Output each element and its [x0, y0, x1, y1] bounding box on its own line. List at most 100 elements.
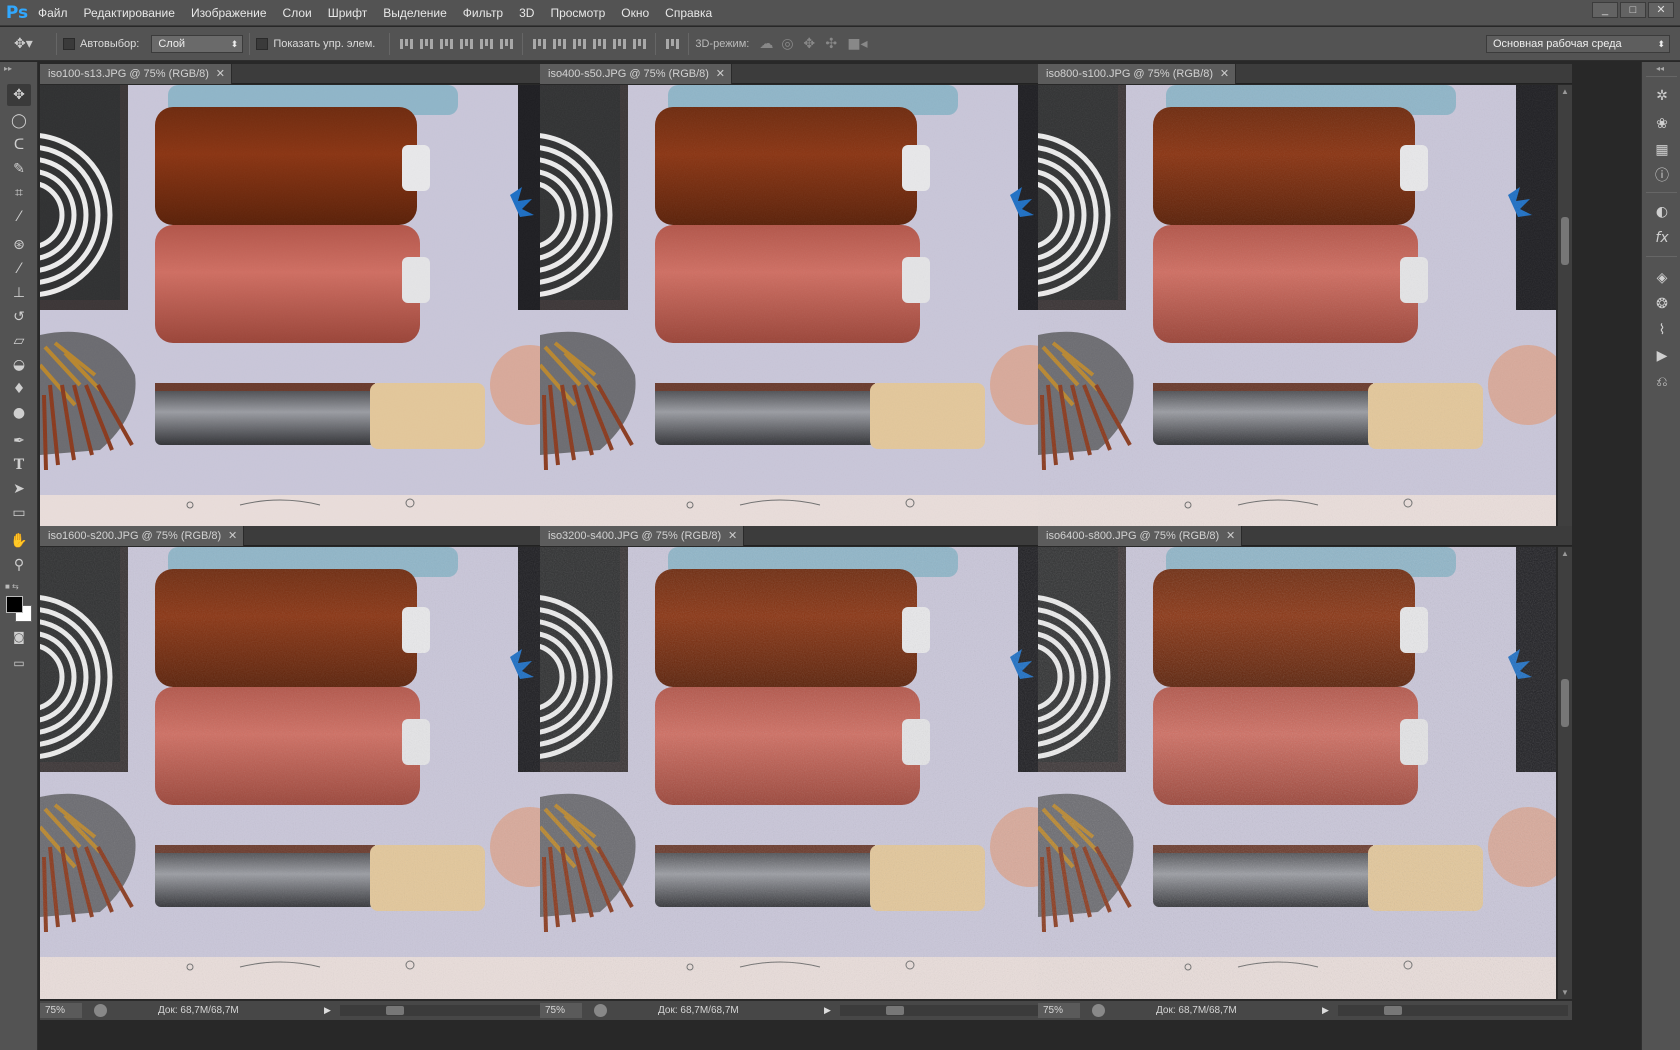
3d-roll-icon[interactable]: ◎ — [781, 36, 803, 52]
distribute-hcenter-icon[interactable] — [611, 36, 627, 52]
align-left-icon[interactable] — [458, 36, 474, 52]
distribute-right-icon[interactable] — [631, 36, 647, 52]
close-icon[interactable]: ✕ — [728, 526, 737, 546]
close-icon[interactable]: ✕ — [216, 64, 225, 84]
auto-align-icon[interactable] — [664, 36, 680, 52]
move-tool-icon[interactable]: ✥ — [7, 84, 31, 106]
document-tab[interactable]: iso100-s13.JPG @ 75% (RGB/8) ✕ — [40, 64, 232, 84]
clone-stamp-tool-icon[interactable]: ⊥ — [7, 282, 31, 304]
blur-tool-icon[interactable]: ♦ — [7, 378, 31, 400]
menu-file[interactable]: Файл — [30, 0, 76, 26]
horizontal-scrollbar[interactable] — [840, 1005, 1070, 1016]
horizontal-scrollbar[interactable] — [340, 1005, 570, 1016]
close-button[interactable]: ✕ — [1648, 2, 1674, 18]
scrollbar-thumb[interactable] — [1384, 1006, 1402, 1015]
status-menu-arrow-icon[interactable]: ▶ — [324, 1001, 331, 1020]
eraser-tool-icon[interactable]: ▱ — [7, 330, 31, 352]
scroll-up-icon[interactable]: ▲ — [1561, 549, 1569, 558]
scroll-up-icon[interactable]: ▲ — [1561, 87, 1569, 96]
3d-slide-icon[interactable]: ✣ — [825, 36, 847, 52]
vertical-scrollbar[interactable]: ▲ ▼ — [1558, 85, 1572, 537]
zoom-tool-icon[interactable]: ⚲ — [7, 554, 31, 576]
actions-icon[interactable]: ▶ — [1652, 346, 1672, 366]
paint-bucket-tool-icon[interactable]: ◒ — [7, 354, 31, 376]
path-select-tool-icon[interactable]: ➤ — [7, 478, 31, 500]
document-tab[interactable]: iso1600-s200.JPG @ 75% (RGB/8) ✕ — [40, 526, 245, 546]
channels-icon[interactable]: ❂ — [1652, 294, 1672, 314]
paths-icon[interactable]: ⌇ — [1652, 320, 1672, 340]
distribute-top-icon[interactable] — [531, 36, 547, 52]
close-icon[interactable]: ✕ — [1220, 64, 1229, 84]
move-tool-preset-icon[interactable]: ✥▾ — [14, 36, 50, 52]
hand-tool-icon[interactable]: ✋ — [7, 530, 31, 552]
scrollbar-thumb[interactable] — [1561, 217, 1569, 265]
menu-select[interactable]: Выделение — [375, 0, 455, 26]
menu-type[interactable]: Шрифт — [320, 0, 375, 26]
pen-tool-icon[interactable]: ✒ — [7, 430, 31, 452]
scroll-down-icon[interactable]: ▼ — [1561, 988, 1569, 997]
lasso-tool-icon[interactable]: ᑕ — [7, 134, 31, 156]
swatches-icon[interactable]: ▦ — [1652, 140, 1672, 160]
menu-filter[interactable]: Фильтр — [455, 0, 511, 26]
distribute-bottom-icon[interactable] — [571, 36, 587, 52]
status-info-icon[interactable] — [594, 1004, 607, 1017]
align-top-icon[interactable] — [398, 36, 414, 52]
align-vcenter-icon[interactable] — [418, 36, 434, 52]
dodge-tool-icon[interactable]: ● — [7, 402, 31, 424]
quick-mask-icon[interactable]: ◙ — [7, 626, 31, 648]
document-tab[interactable]: iso3200-s400.JPG @ 75% (RGB/8) ✕ — [540, 526, 745, 546]
rectangle-tool-icon[interactable]: ▭ — [7, 502, 31, 524]
menu-3d[interactable]: 3D — [511, 0, 542, 26]
document-tab[interactable]: iso6400-s800.JPG @ 75% (RGB/8) ✕ — [1038, 526, 1243, 546]
document-tab[interactable]: iso400-s50.JPG @ 75% (RGB/8) ✕ — [540, 64, 732, 84]
document-canvas[interactable] — [40, 85, 558, 537]
panel-expand-icon[interactable]: ◂◂ — [1656, 64, 1664, 73]
3d-rotate-icon[interactable]: ☁ — [759, 36, 781, 52]
history-icon[interactable]: ⎌ — [1652, 372, 1672, 392]
status-menu-arrow-icon[interactable]: ▶ — [824, 1001, 831, 1020]
scrollbar-thumb[interactable] — [1561, 679, 1569, 727]
adjustments-icon[interactable]: ◐ — [1652, 202, 1672, 222]
distribute-vcenter-icon[interactable] — [551, 36, 567, 52]
minimize-button[interactable]: _ — [1592, 2, 1618, 18]
horizontal-scrollbar[interactable] — [1338, 1005, 1568, 1016]
default-colors-icon[interactable]: ■ ⇆ — [5, 582, 19, 591]
quick-select-tool-icon[interactable]: ✎ — [7, 158, 31, 180]
menu-edit[interactable]: Редактирование — [76, 0, 183, 26]
align-right-icon[interactable] — [498, 36, 514, 52]
brush-presets-icon[interactable]: ❀ — [1652, 114, 1672, 134]
document-canvas[interactable] — [40, 547, 558, 999]
history-brush-tool-icon[interactable]: ↺ — [7, 306, 31, 328]
3d-icon[interactable]: ✲ — [1652, 86, 1672, 106]
maximize-button[interactable]: □ — [1620, 2, 1646, 18]
close-icon[interactable]: ✕ — [716, 64, 725, 84]
distribute-left-icon[interactable] — [591, 36, 607, 52]
menu-help[interactable]: Справка — [657, 0, 720, 26]
styles-icon[interactable]: fx — [1652, 228, 1672, 248]
align-bottom-icon[interactable] — [438, 36, 454, 52]
eyedropper-tool-icon[interactable]: ⁄ — [7, 206, 31, 228]
autoselect-checkbox[interactable] — [63, 37, 75, 50]
info-icon[interactable]: ⓘ — [1652, 166, 1672, 186]
3d-scale-icon[interactable]: ■◂ — [847, 36, 869, 52]
status-menu-arrow-icon[interactable]: ▶ — [1322, 1001, 1329, 1020]
scrollbar-thumb[interactable] — [386, 1006, 404, 1015]
crop-tool-icon[interactable]: ⌗ — [7, 182, 31, 204]
type-tool-icon[interactable]: T — [7, 454, 31, 476]
vertical-scrollbar[interactable]: ▲ ▼ — [1558, 547, 1572, 999]
brush-tool-icon[interactable]: ⁄ — [7, 258, 31, 280]
menu-window[interactable]: Окно — [613, 0, 657, 26]
document-tab[interactable]: iso800-s100.JPG @ 75% (RGB/8) ✕ — [1038, 64, 1237, 84]
status-info-icon[interactable] — [94, 1004, 107, 1017]
document-canvas[interactable] — [540, 547, 1058, 999]
3d-drag-icon[interactable]: ✥ — [803, 36, 825, 52]
layers-icon[interactable]: ◈ — [1652, 268, 1672, 288]
marquee-tool-icon[interactable]: ◯ — [7, 110, 31, 132]
close-icon[interactable]: ✕ — [228, 526, 237, 546]
document-canvas[interactable] — [540, 85, 1058, 537]
document-canvas[interactable] — [1038, 547, 1556, 999]
document-canvas[interactable] — [1038, 85, 1556, 537]
menu-view[interactable]: Просмотр — [542, 0, 613, 26]
autoselect-dropdown[interactable]: Слой ⬍ — [151, 34, 244, 53]
menu-image[interactable]: Изображение — [183, 0, 275, 26]
